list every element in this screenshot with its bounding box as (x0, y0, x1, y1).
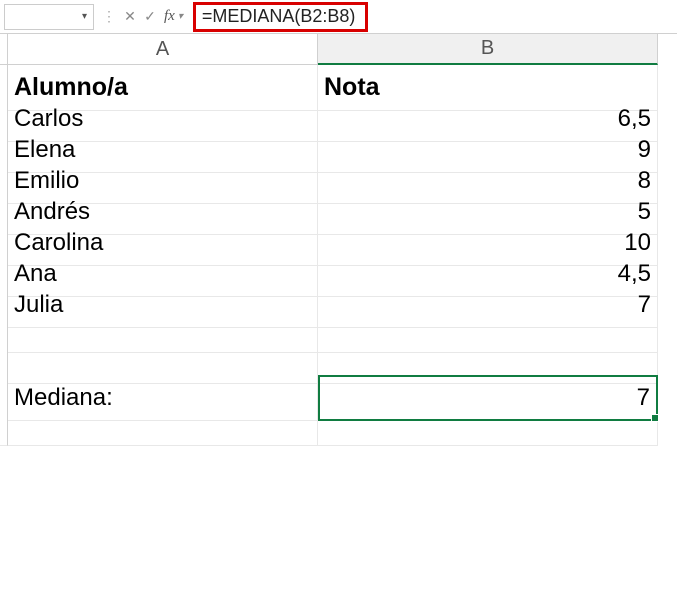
confirm-icon[interactable]: ✓ (140, 7, 160, 27)
cancel-icon[interactable]: ✕ (120, 7, 140, 27)
separator: ⋮ (102, 8, 116, 25)
column-header-a[interactable]: A (8, 34, 318, 65)
empty-cell[interactable] (8, 406, 318, 446)
corner-cell[interactable] (0, 34, 8, 65)
row-stub[interactable] (0, 406, 8, 446)
column-header-b[interactable]: B (318, 34, 658, 65)
summary-value-cell[interactable]: 7 (318, 375, 658, 421)
spreadsheet-grid: A B Alumno/a Nota Carlos 6,5 Elena 9 Emi… (0, 34, 677, 437)
chevron-down-icon[interactable]: ▾ (178, 11, 183, 22)
name-box[interactable]: ▾ (4, 4, 94, 30)
formula-bar: ▾ ⋮ ✕ ✓ fx ▾ =MEDIANA(B2:B8) (0, 0, 677, 34)
formula-input[interactable]: =MEDIANA(B2:B8) (193, 2, 369, 32)
chevron-down-icon[interactable]: ▾ (82, 11, 87, 22)
fx-label[interactable]: fx ▾ (164, 8, 183, 25)
